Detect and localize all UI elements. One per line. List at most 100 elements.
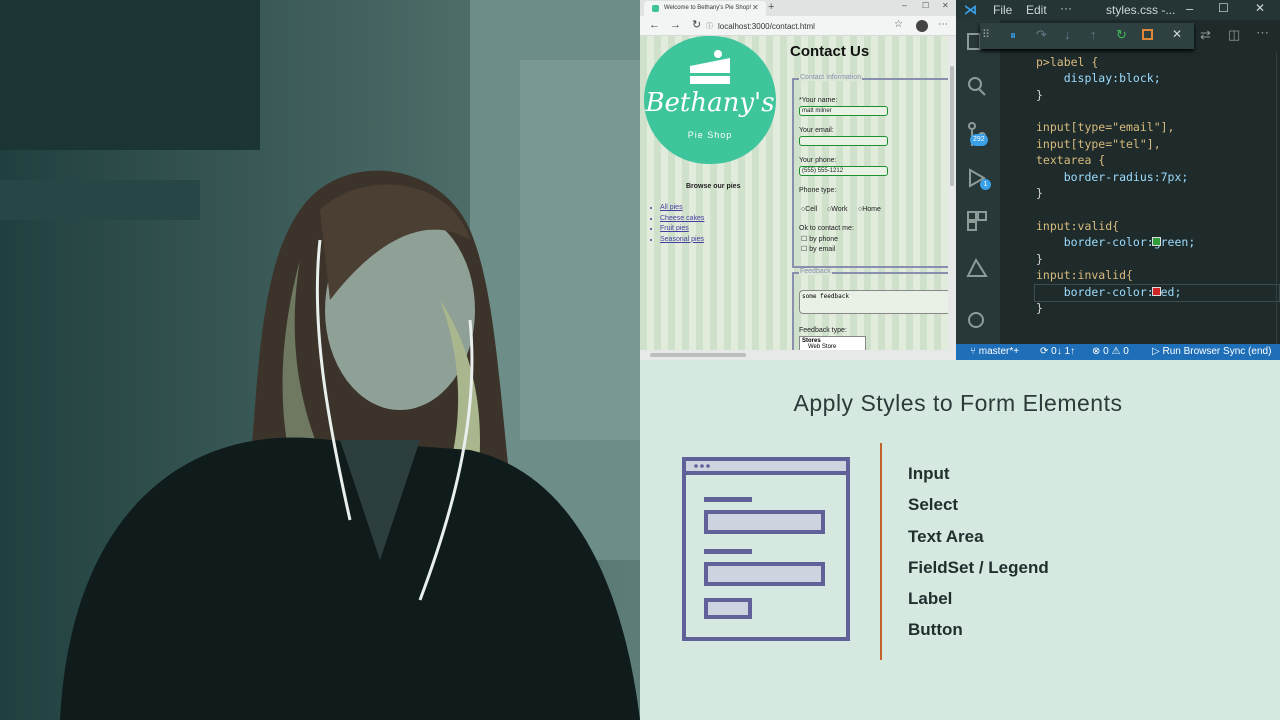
window-title: styles.css -... <box>1106 3 1176 17</box>
vs-maximize-icon[interactable]: ☐ <box>1218 1 1229 15</box>
label-feedback-type: Feedback type: <box>799 327 847 334</box>
horizontal-scrollbar[interactable] <box>640 350 956 360</box>
drag-handle-icon[interactable]: ⠿ <box>982 28 990 41</box>
radio-work[interactable]: ○Work <box>827 206 847 213</box>
code-editor[interactable]: p>label { display:block; } input[type="e… <box>1000 52 1280 344</box>
sync-status[interactable]: ⟳ 0↓ 1↑ <box>1040 344 1075 360</box>
forward-icon[interactable]: → <box>670 19 681 31</box>
site-logo: Bethany's Pie Shop <box>644 36 776 164</box>
run-browser-sync[interactable]: ▷ Run Browser Sync (end) <box>1152 344 1271 360</box>
legend-feedback: Feedback <box>799 268 832 275</box>
step-into-icon[interactable]: ↓ <box>1064 27 1071 42</box>
vs-close-icon[interactable]: ✕ <box>1255 1 1265 15</box>
activity-icons <box>966 33 988 328</box>
toolbar-close-icon[interactable]: ✕ <box>1172 27 1182 41</box>
menu-edit[interactable]: Edit <box>1026 3 1047 17</box>
form-illustration-icon <box>682 457 850 641</box>
label-phone: Your phone: <box>799 157 837 164</box>
label-ok-contact: Ok to contact me: <box>799 225 854 232</box>
step-over-icon[interactable]: ↷ <box>1036 27 1047 43</box>
info-icon: ⓘ <box>706 23 713 30</box>
code-line-8: border-radius:7px; <box>1036 170 1189 184</box>
logo-subtitle: Pie Shop <box>687 130 733 140</box>
stop-icon[interactable] <box>1142 29 1153 40</box>
item-select: Select <box>908 495 959 514</box>
slide-title: Apply Styles to Form Elements <box>793 390 1123 416</box>
star-icon[interactable]: ☆ <box>894 19 903 30</box>
new-tab-icon[interactable]: + <box>768 1 774 13</box>
link-seasonal-pies[interactable]: Seasonal pies <box>660 235 704 246</box>
page-title: Contact Us <box>790 43 870 60</box>
url-text: localhost:3000/contact.html <box>718 22 815 31</box>
avatar[interactable] <box>916 20 928 32</box>
vs-minimize-icon[interactable]: – <box>1186 1 1193 16</box>
item-input: Input <box>908 464 950 483</box>
menu-file[interactable]: File <box>993 3 1012 17</box>
code-line-1: p>label { <box>1036 55 1099 69</box>
split-editor-icon[interactable]: ◫ <box>1228 27 1240 43</box>
radio-cell[interactable]: ○Cell <box>801 206 817 213</box>
link-all-pies[interactable]: All pies <box>660 203 704 214</box>
code-line-11: input:valid{ <box>1036 219 1120 233</box>
checkbox-by-email[interactable]: ☐ by email <box>801 245 835 253</box>
azure-icon <box>966 257 988 277</box>
radio-home[interactable]: ○Home <box>858 206 881 213</box>
code-line-9: } <box>1036 186 1043 200</box>
label-phone-type: Phone type: <box>799 187 837 194</box>
vscode-window: ⋊ File Edit ··· styles.css -... – ☐ ✕ 29… <box>956 0 1280 360</box>
browser-tab[interactable]: Welcome to Bethany's Pie Shop! <box>644 1 766 16</box>
phone-input[interactable]: (555) 555-1212 <box>799 166 888 176</box>
scroll-thumb[interactable] <box>650 353 746 357</box>
browser-tabbar: Welcome to Bethany's Pie Shop! ✕ + – ☐ ✕ <box>640 0 956 16</box>
minimap-edge <box>1276 52 1280 344</box>
more-icon[interactable]: ⋯ <box>938 19 948 30</box>
address-bar[interactable]: ⓘ localhost:3000/contact.html <box>706 20 902 33</box>
color-swatch-green[interactable] <box>1152 237 1161 246</box>
menu-more[interactable]: ··· <box>1060 1 1072 15</box>
vscode-titlebar: ⋊ File Edit ··· styles.css -... – ☐ ✕ <box>956 0 1280 20</box>
status-bar: ⑂ master*+ ⟳ 0↓ 1↑ ⊗ 0 ⚠ 0 ▷ Run Browser… <box>956 344 1280 360</box>
extensions-icon <box>967 211 977 221</box>
compare-icon[interactable]: ⇄ <box>1200 27 1211 43</box>
code-line-3: } <box>1036 88 1043 102</box>
fieldset-contact: Contact Information *Your name: matt mil… <box>792 74 956 268</box>
pie-links: All pies Cheese cakes Fruit pies Seasona… <box>660 203 704 245</box>
step-out-icon[interactable]: ↑ <box>1090 27 1097 42</box>
link-fruit-pies[interactable]: Fruit pies <box>660 224 704 235</box>
vscroll-thumb[interactable] <box>950 66 954 186</box>
reload-icon[interactable]: ↻ <box>692 18 701 31</box>
code-line-5: input[type="email"], <box>1036 120 1175 134</box>
close-window-icon[interactable]: ✕ <box>942 1 949 10</box>
code-line-2: display:block; <box>1036 71 1161 85</box>
explorer-icon <box>967 33 981 50</box>
pause-icon[interactable]: ⏸ <box>1010 28 1016 43</box>
fieldset-feedback: Feedback some feedback Feedback type: St… <box>792 268 956 352</box>
minimize-icon[interactable]: – <box>902 0 907 10</box>
restart-icon[interactable]: ↻ <box>1116 27 1127 43</box>
vscode-logo-icon: ⋊ <box>964 2 977 17</box>
problems-status[interactable]: ⊗ 0 ⚠ 0 <box>1092 344 1129 360</box>
item-fieldset-legend: FieldSet / Legend <box>908 558 1049 577</box>
close-tab-icon[interactable]: ✕ <box>752 3 759 12</box>
code-line-14: input:invalid{ <box>1036 268 1133 282</box>
scm-badge: 292 <box>970 134 988 146</box>
browse-heading: Browse our pies <box>686 183 741 190</box>
feedback-textarea[interactable]: some feedback <box>799 290 951 314</box>
maximize-icon[interactable]: ☐ <box>922 1 929 10</box>
back-icon[interactable]: ← <box>649 19 660 31</box>
tab-title: Welcome to Bethany's Pie Shop! <box>664 5 752 11</box>
editor-more-icon[interactable]: ⋯ <box>1256 25 1269 41</box>
name-input[interactable]: matt milner <box>799 106 888 116</box>
link-cheese-cakes[interactable]: Cheese cakes <box>660 214 704 225</box>
color-swatch-red[interactable] <box>1152 287 1161 296</box>
item-button: Button <box>908 620 963 639</box>
activity-bar: 292 1 <box>956 20 1000 344</box>
search-icon <box>968 77 982 91</box>
branch-status[interactable]: ⑂ master*+ <box>970 344 1019 360</box>
item-text-area: Text Area <box>908 527 984 546</box>
code-line-12: border-color:green; <box>1036 235 1196 249</box>
vertical-scrollbar[interactable] <box>948 36 956 350</box>
email-input[interactable] <box>799 136 888 146</box>
checkbox-by-phone[interactable]: ☐ by phone <box>801 235 838 243</box>
debug-badge: 1 <box>980 179 991 190</box>
